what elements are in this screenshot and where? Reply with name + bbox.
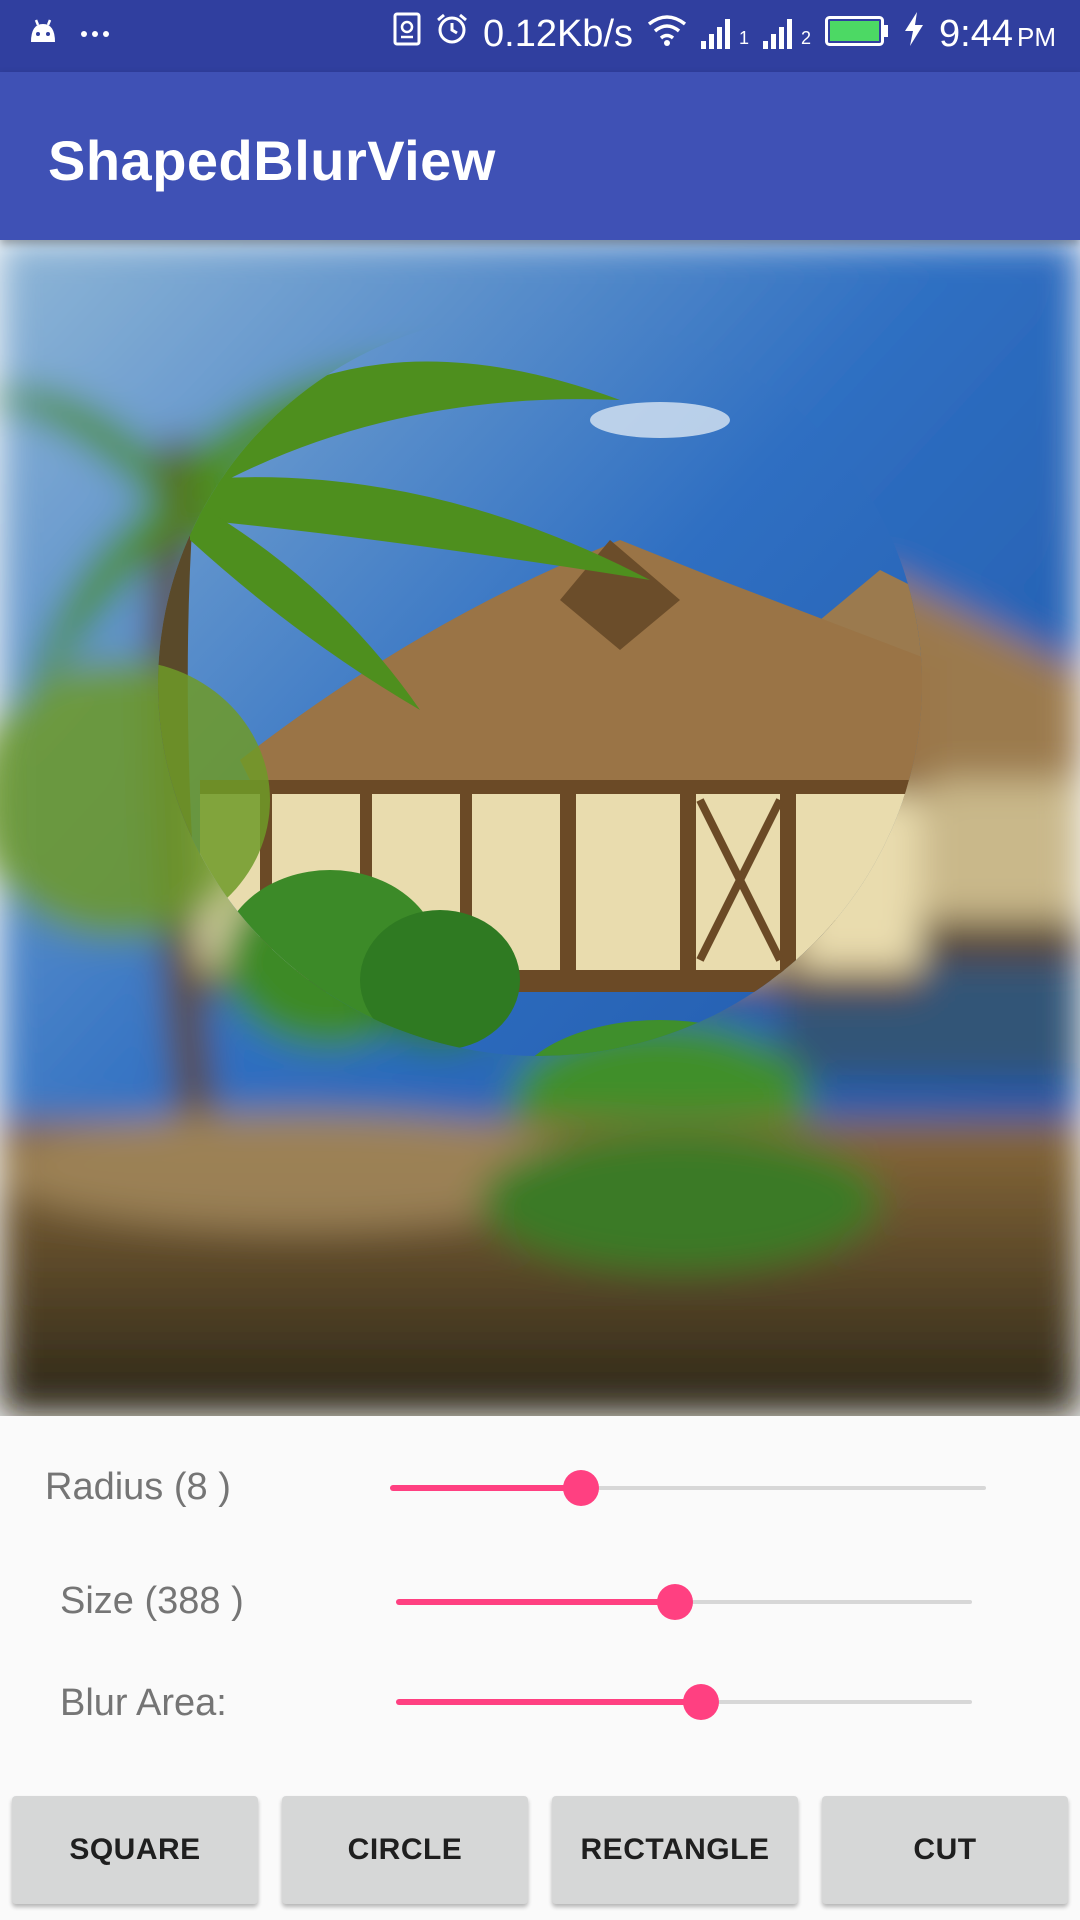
blur-image-view[interactable] [0,240,1080,1416]
alarm-icon [435,12,469,56]
signal-icon: 1 [701,19,749,49]
slider-fill [396,1699,702,1705]
slider-thumb[interactable] [683,1684,720,1720]
android-icon [28,18,58,49]
more-icon [80,25,110,43]
radius-label: Radius (8 ) [45,1466,231,1508]
clock: 9:44 PM [939,12,1056,55]
app-title: ShapedBlurView [48,129,496,192]
network-speed: 0.12Kb/s [483,12,633,55]
sim1-label: 1 [739,28,750,48]
square-button[interactable]: SQUARE [12,1796,258,1904]
app-bar: ShapedBlurView [0,72,1080,240]
cut-button[interactable]: CUT [822,1796,1068,1904]
status-bar: 0.12Kb/s 1 2 9:44 PM [0,0,1080,72]
battery-icon [825,13,889,56]
nfc-icon [393,12,421,56]
charging-icon [903,12,925,56]
blur-area-label: Blur Area: [60,1682,227,1724]
sim2-label: 2 [801,28,812,48]
rectangle-button[interactable]: RECTANGLE [552,1796,798,1904]
slider-thumb[interactable] [657,1584,694,1620]
slider-fill [390,1485,581,1491]
radius-slider[interactable] [390,1468,986,1508]
blur-area-slider[interactable] [396,1682,972,1722]
size-slider[interactable] [396,1582,972,1622]
slider-fill [396,1599,676,1605]
slider-thumb[interactable] [562,1470,599,1506]
wifi-icon [647,13,687,56]
size-label: Size (388 ) [60,1580,244,1622]
signal-icon: 2 [763,19,811,49]
circle-button[interactable]: CIRCLE [282,1796,528,1904]
